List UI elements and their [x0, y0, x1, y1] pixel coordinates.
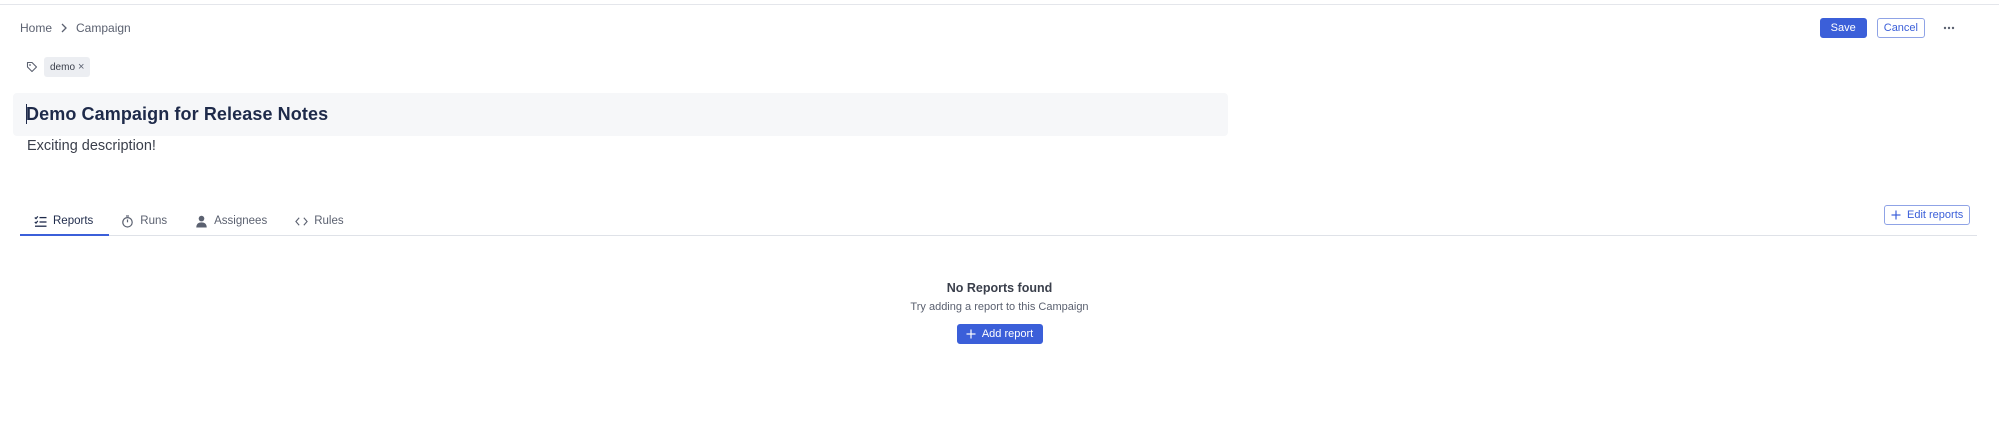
edit-reports-button[interactable]: Edit reports	[1884, 205, 1971, 225]
person-icon	[195, 215, 208, 228]
ellipsis-icon[interactable]	[1941, 18, 1957, 38]
save-button[interactable]: Save	[1819, 18, 1867, 38]
edit-reports-label: Edit reports	[1907, 209, 1964, 221]
code-icon	[295, 215, 309, 228]
stopwatch-icon	[121, 214, 134, 228]
campaign-title: Demo Campaign for Release Notes	[26, 104, 329, 124]
tag-chip: demo ×	[44, 57, 91, 77]
tab-divider	[20, 235, 1977, 236]
tab-label: Runs	[140, 215, 168, 227]
add-report-button[interactable]: Add report	[956, 324, 1043, 344]
breadcrumb-current: Campaign	[76, 21, 131, 35]
tag-remove-icon[interactable]: ×	[78, 61, 84, 73]
tab-reports[interactable]: Reports	[20, 206, 107, 236]
tags-row: demo ×	[26, 57, 91, 77]
tag-label: demo	[50, 61, 76, 73]
add-report-label: Add report	[981, 328, 1034, 340]
tag-icon[interactable]	[26, 61, 38, 73]
plus-icon	[1891, 210, 1901, 220]
active-tab-indicator	[20, 234, 109, 236]
empty-state-subtitle: Try adding a report to this Campaign	[910, 301, 1089, 313]
checklist-icon	[34, 215, 47, 228]
tab-rules[interactable]: Rules	[281, 206, 357, 236]
cancel-button[interactable]: Cancel	[1876, 18, 1925, 38]
campaign-title-field[interactable]: Demo Campaign for Release Notes	[13, 93, 1228, 136]
tab-runs[interactable]: Runs	[107, 206, 181, 236]
breadcrumb: Home Campaign	[20, 20, 131, 36]
top-divider	[0, 4, 1999, 5]
tab-label: Rules	[314, 215, 344, 227]
tab-assignees[interactable]: Assignees	[181, 206, 281, 236]
empty-state: No Reports found Try adding a report to …	[0, 279, 1999, 344]
tab-bar: Reports Runs Assignees Rules	[20, 206, 358, 236]
plus-icon	[966, 329, 976, 339]
header-actions: Save Cancel	[1819, 18, 1957, 38]
tab-label: Reports	[53, 215, 94, 227]
chevron-right-icon	[60, 23, 68, 33]
text-cursor	[26, 104, 27, 124]
campaign-description[interactable]: Exciting description!	[27, 138, 156, 154]
empty-state-title: No Reports found	[946, 281, 1053, 295]
breadcrumb-home[interactable]: Home	[20, 21, 52, 35]
tab-label: Assignees	[214, 215, 268, 227]
